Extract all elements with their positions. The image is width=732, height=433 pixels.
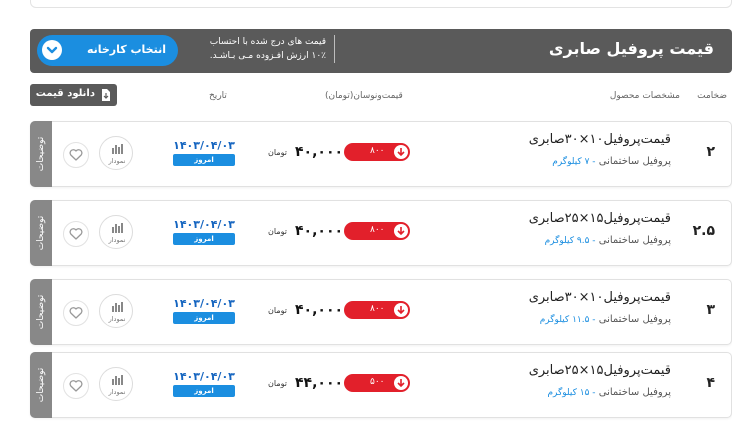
table-row: توضیحات نمودار ۱۴۰۳/۰۴/۰۳ امروز تومان ۴۰… [30, 200, 732, 266]
chart-button[interactable]: نمودار [99, 367, 133, 401]
vat-note-line2: ۱۰٪ ارزش افـزوده مـی بـاشـد. [209, 51, 326, 61]
product-name[interactable]: قیمت‌پروفیل۱۵×۲۵صابری [529, 363, 671, 378]
chart-button[interactable]: نمودار [99, 215, 133, 249]
price-value: ۴۴,۰۰۰ [295, 375, 344, 391]
product-name[interactable]: قیمت‌پروفیل۱۰×۳۰صابری [529, 290, 671, 305]
table-row: توضیحات نمودار ۱۴۰۳/۰۴/۰۳ امروز تومان ۴۴… [30, 352, 732, 418]
price-change-badge: ۵۰۰ [344, 374, 410, 392]
chevron-down-icon [42, 40, 62, 60]
price-table-header: قیمت پروفیل صابری قیمت های درج شده با اح… [30, 29, 732, 73]
price-change-badge: ۸۰۰ [344, 301, 410, 319]
heart-icon[interactable] [63, 142, 89, 168]
price-date: ۱۴۰۳/۰۴/۰۳ [173, 370, 235, 383]
arrow-down-circle-icon [394, 145, 408, 159]
product-weight: - ۱۱.۵ کیلوگرم [539, 315, 596, 325]
price-value: ۴۰,۰۰۰ [295, 302, 344, 318]
arrow-down-circle-icon [394, 303, 408, 317]
product-name[interactable]: قیمت‌پروفیل۱۰×۳۰صابری [529, 132, 671, 147]
price-date: ۱۴۰۳/۰۴/۰۳ [173, 139, 235, 152]
price-date: ۱۴۰۳/۰۴/۰۳ [173, 297, 235, 310]
table-row: توضیحات نمودار ۱۴۰۳/۰۴/۰۳ امروز تومان ۴۰… [30, 121, 732, 187]
table-row: توضیحات نمودار ۱۴۰۳/۰۴/۰۳ امروز تومان ۴۰… [30, 279, 732, 345]
heart-icon[interactable] [63, 373, 89, 399]
heart-icon[interactable] [63, 300, 89, 326]
previous-section-edge [30, 0, 732, 8]
thickness-value: ۳ [706, 302, 715, 318]
product-type: پروفیل ساختمانی - ۱۱.۵ کیلوگرم [539, 314, 671, 325]
vat-note-line1: قیمت های درج شده با احتساب [209, 37, 326, 47]
currency-unit: تومان [268, 306, 287, 315]
download-price-label: دانلود قیمت [35, 88, 95, 99]
today-badge: امروز [173, 312, 235, 324]
thickness-value: ۲.۵ [692, 223, 715, 239]
price-value: ۴۰,۰۰۰ [295, 144, 344, 160]
select-factory-button[interactable]: انتخاب کارخانه [37, 35, 178, 66]
currency-unit: تومان [268, 227, 287, 236]
description-tab[interactable]: توضیحات [30, 279, 52, 345]
currency-unit: تومان [268, 148, 287, 157]
today-badge: امروز [173, 385, 235, 397]
column-header-thickness: ضخامت [697, 91, 727, 101]
column-header-date: تاریخ [209, 91, 227, 101]
price-date: ۱۴۰۳/۰۴/۰۳ [173, 218, 235, 231]
product-weight: - ۷ کیلوگرم [552, 157, 596, 167]
arrow-down-circle-icon [394, 376, 408, 390]
chart-button[interactable]: نمودار [99, 294, 133, 328]
product-name[interactable]: قیمت‌پروفیل۱۵×۲۵صابری [529, 211, 671, 226]
product-weight: - ۱۵ کیلوگرم [547, 388, 596, 398]
file-download-icon [101, 89, 111, 104]
price-change-badge: ۸۰۰ [344, 143, 410, 161]
description-tab[interactable]: توضیحات [30, 200, 52, 266]
vat-note: قیمت های درج شده با احتساب ۱۰٪ ارزش افـز… [205, 35, 335, 63]
chart-button[interactable]: نمودار [99, 136, 133, 170]
page-title: قیمت پروفیل صابری [548, 39, 714, 58]
column-header-spec: مشخصات محصول [609, 91, 680, 101]
currency-unit: تومان [268, 379, 287, 388]
product-type: پروفیل ساختمانی - ۱۵ کیلوگرم [547, 387, 671, 398]
description-tab[interactable]: توضیحات [30, 352, 52, 418]
heart-icon[interactable] [63, 221, 89, 247]
product-type: پروفیل ساختمانی - ۹.۵ کیلوگرم [544, 235, 671, 246]
price-change-badge: ۸۰۰ [344, 222, 410, 240]
select-factory-label: انتخاب کارخانه [86, 43, 166, 56]
product-weight: - ۹.۵ کیلوگرم [544, 236, 596, 246]
arrow-down-circle-icon [394, 224, 408, 238]
thickness-value: ۴ [706, 375, 715, 391]
description-tab[interactable]: توضیحات [30, 121, 52, 187]
product-type: پروفیل ساختمانی - ۷ کیلوگرم [552, 156, 671, 167]
price-value: ۴۰,۰۰۰ [295, 223, 344, 239]
column-header-price: قیمت‌ونوسان(تومان) [325, 91, 403, 101]
thickness-value: ۲ [706, 144, 715, 160]
today-badge: امروز [173, 233, 235, 245]
download-price-button[interactable]: دانلود قیمت [30, 84, 117, 106]
today-badge: امروز [173, 154, 235, 166]
